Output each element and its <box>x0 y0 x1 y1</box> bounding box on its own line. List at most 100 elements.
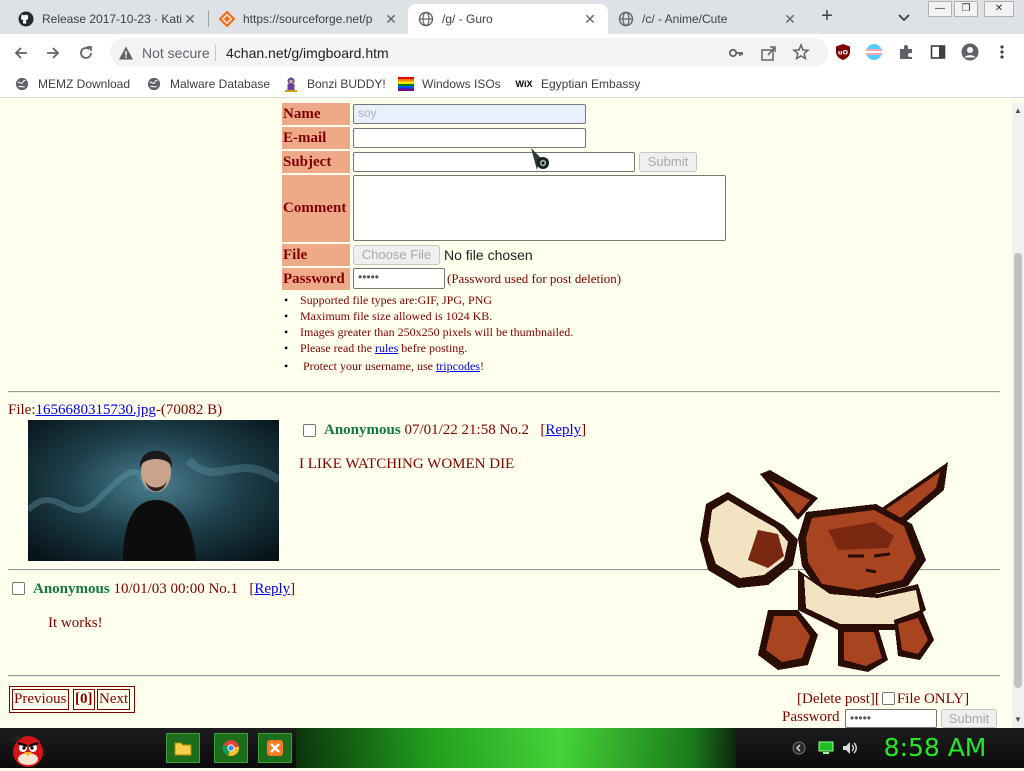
xampp-icon[interactable] <box>258 733 292 763</box>
current-page: [0] <box>73 689 95 710</box>
bookmark-bonzi[interactable]: Bonzi BUDDY! <box>283 76 386 92</box>
delete-password-field[interactable]: ••••• <box>845 709 937 728</box>
poster-name: Anonymous <box>33 581 110 597</box>
tab-release[interactable]: Release 2017-10-23 · Kati ✕ <box>8 4 208 34</box>
ublock-icon[interactable]: uO <box>834 43 852 61</box>
star-icon[interactable] <box>792 42 810 64</box>
bookmark-label: Malware Database <box>170 77 271 91</box>
tab-title: Release 2017-10-23 · Kati <box>42 12 182 26</box>
tab-title: /c/ - Anime/Cute <box>642 12 728 26</box>
close-icon[interactable]: ✕ <box>383 11 399 27</box>
password-note: (Password used for post deletion) <box>447 271 622 286</box>
trans-flag-icon[interactable] <box>865 43 883 61</box>
url-text: 4chan.net/g/imgboard.htm <box>226 45 389 61</box>
address-bar[interactable]: Not secure 4chan.net/g/imgboard.htm <box>110 38 828 67</box>
file-info: File:1656680315730.jpg-(70082 B) <box>8 402 223 418</box>
globe-icon <box>146 76 162 92</box>
email-label: E-mail <box>282 127 350 149</box>
reply-link[interactable]: Reply <box>545 422 581 438</box>
windows-flag-icon <box>398 76 414 92</box>
post-comment: I LIKE WATCHING WOMEN DIE <box>299 456 515 472</box>
chevron-down-icon[interactable] <box>895 8 913 26</box>
posting-rules: Supported file types are:GIF, JPG, PNG M… <box>284 292 573 374</box>
file-only-label: File ONLY] <box>896 691 970 707</box>
file-link[interactable]: 1656680315730.jpg <box>36 402 156 418</box>
poster-name: Anonymous <box>324 422 401 438</box>
bookmark-windows-isos[interactable]: Windows ISOs <box>398 76 501 92</box>
reply-link[interactable]: Reply <box>254 581 290 597</box>
bookmark-egyptian-embassy[interactable]: WiX Egyptian Embassy <box>515 76 641 92</box>
warning-icon[interactable] <box>118 45 134 64</box>
bonzi-icon <box>283 76 299 92</box>
taskbar-glow <box>296 728 736 768</box>
post-thumbnail[interactable] <box>25 420 282 561</box>
post-checkbox[interactable] <box>12 582 25 595</box>
start-button[interactable] <box>6 728 46 768</box>
subject-label: Subject <box>282 151 350 173</box>
rule-thumbnails: Images greater than 250x250 pixels will … <box>284 324 573 340</box>
tab-title: /g/ - Guro <box>442 12 493 26</box>
scroll-down-icon[interactable]: ▼ <box>1014 715 1022 724</box>
file-only-checkbox[interactable] <box>881 692 895 705</box>
kebab-menu-icon[interactable] <box>993 43 1011 61</box>
next-button[interactable]: Next <box>97 689 131 710</box>
no-file-text: No file chosen <box>444 247 533 263</box>
name-field[interactable]: soy <box>353 104 586 124</box>
reload-icon[interactable] <box>73 40 99 66</box>
bookmark-label: Bonzi BUDDY! <box>307 77 386 91</box>
bookmark-label: Egyptian Embassy <box>541 77 641 91</box>
password-label: Password <box>282 268 350 290</box>
chrome-icon[interactable] <box>214 733 248 763</box>
file-label: File <box>282 244 350 266</box>
network-icon[interactable] <box>818 741 834 755</box>
rules-link[interactable]: rules <box>375 341 398 355</box>
subject-field[interactable] <box>353 152 635 172</box>
close-icon[interactable]: ✕ <box>582 11 598 27</box>
post-header: Anonymous 07/01/22 21:58 No.2 [Reply] <box>324 422 587 438</box>
forward-icon[interactable] <box>40 40 66 66</box>
sidepanel-icon[interactable] <box>929 43 947 61</box>
scroll-up-icon[interactable]: ▲ <box>1014 106 1022 115</box>
tab-sourceforge[interactable]: https://sourceforge.net/p ✕ <box>209 4 409 34</box>
comment-textarea[interactable] <box>353 175 726 241</box>
post-number: No.2 <box>499 422 530 438</box>
globe-icon <box>618 11 634 27</box>
scrollbar-thumb[interactable] <box>1014 253 1022 688</box>
eevee-sprite <box>698 460 954 678</box>
page-content: Name soy E-mail Subject Submit Comment F… <box>0 103 1012 728</box>
delete-submit-button[interactable]: Submit <box>941 709 997 728</box>
tab-anime-cute[interactable]: /c/ - Anime/Cute ✕ <box>608 4 808 34</box>
minimize-icon[interactable]: — <box>928 1 952 17</box>
rule-maxsize: Maximum file size allowed is 1024 KB. <box>284 308 573 324</box>
profile-icon[interactable] <box>961 43 979 61</box>
email-field[interactable] <box>353 128 586 148</box>
password-field[interactable]: ••••• <box>353 268 445 289</box>
window-close-icon[interactable]: ✕ <box>984 1 1014 17</box>
bookmark-memz[interactable]: MEMZ Download <box>14 76 130 92</box>
back-icon[interactable] <box>8 40 34 66</box>
puzzle-icon[interactable] <box>897 43 915 61</box>
post-checkbox[interactable] <box>303 424 316 437</box>
page-scrollbar[interactable]: ▲ ▼ <box>1012 103 1024 728</box>
volume-icon[interactable] <box>842 741 858 755</box>
restore-icon[interactable]: ❐ <box>954 1 978 17</box>
folder-icon[interactable] <box>166 733 200 763</box>
choose-file-button[interactable]: Choose File <box>353 245 440 265</box>
new-tab-button[interactable]: + <box>815 6 839 28</box>
tripcodes-link[interactable]: tripcodes <box>436 359 480 373</box>
share-icon[interactable] <box>760 44 778 65</box>
wix-icon: WiX <box>515 79 533 89</box>
submit-button[interactable]: Submit <box>639 152 697 172</box>
close-icon[interactable]: ✕ <box>782 11 798 27</box>
close-icon[interactable]: ✕ <box>182 11 198 27</box>
previous-button[interactable]: Previous <box>12 689 69 710</box>
tray-chevron-icon[interactable] <box>792 741 806 755</box>
key-icon[interactable] <box>728 45 744 64</box>
github-icon <box>18 11 34 27</box>
post-date: 10/01/03 00:00 <box>113 581 205 597</box>
divider <box>215 45 216 61</box>
tab-guro[interactable]: /g/ - Guro ✕ <box>408 4 608 34</box>
taskbar-clock[interactable]: 8:58 AM <box>874 733 996 763</box>
tab-strip: Release 2017-10-23 · Kati ✕ https://sour… <box>0 0 1024 34</box>
bookmark-malware-db[interactable]: Malware Database <box>146 76 270 92</box>
